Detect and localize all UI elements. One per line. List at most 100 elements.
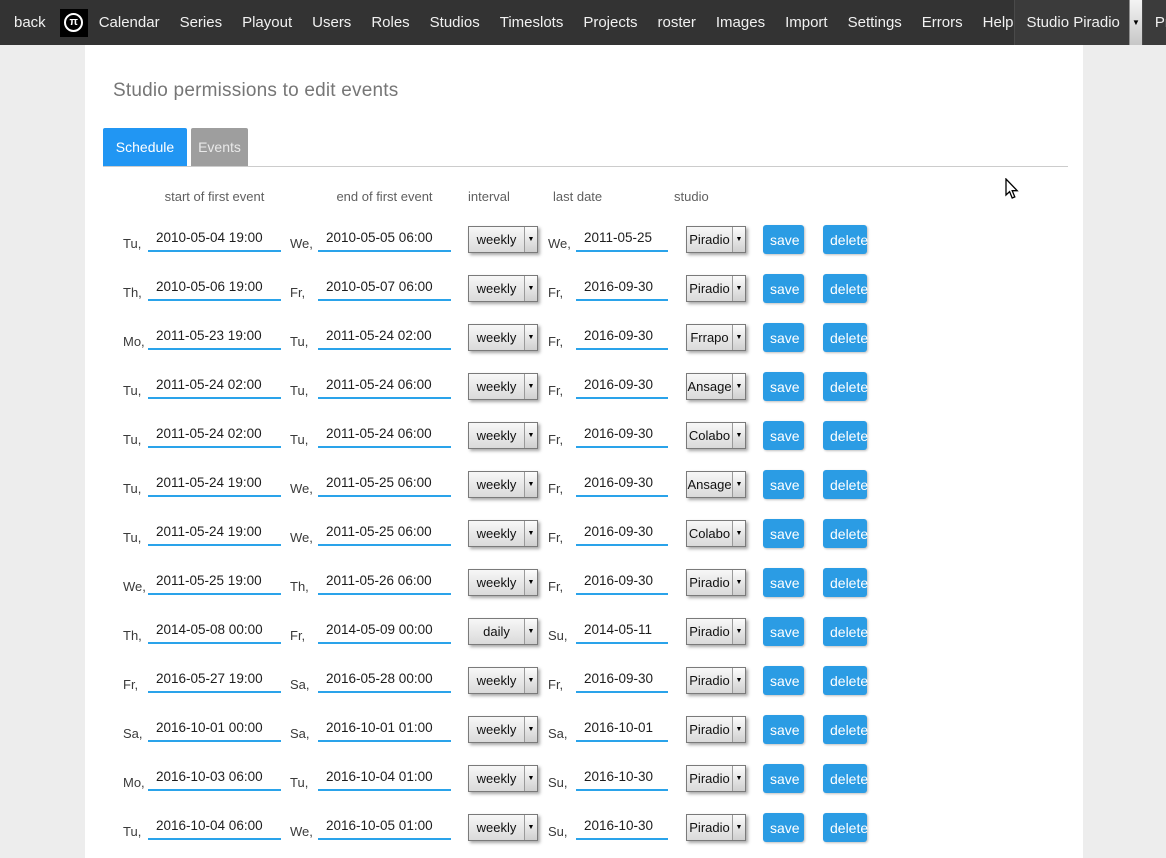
interval-select[interactable]: weekly ▼	[468, 765, 538, 792]
last-date-input[interactable]	[576, 766, 668, 791]
studio-row-select[interactable]: Piradio ▼	[686, 667, 746, 694]
interval-select[interactable]: weekly ▼	[468, 471, 538, 498]
studio-row-select[interactable]: Ansage ▼	[686, 471, 746, 498]
end-datetime-input[interactable]	[318, 325, 451, 350]
save-button[interactable]: save	[763, 274, 804, 303]
tab-schedule[interactable]: Schedule	[103, 128, 187, 166]
delete-button[interactable]: delete	[823, 421, 867, 450]
interval-select[interactable]: weekly ▼	[468, 569, 538, 596]
last-date-input[interactable]	[576, 227, 668, 252]
interval-select[interactable]: weekly ▼	[468, 324, 538, 351]
studio-row-select[interactable]: Piradio ▼	[686, 814, 746, 841]
interval-select[interactable]: weekly ▼	[468, 226, 538, 253]
save-button[interactable]: save	[763, 715, 804, 744]
start-datetime-input[interactable]	[148, 227, 281, 252]
studio-row-select[interactable]: Colabo ▼	[686, 520, 746, 547]
interval-select[interactable]: weekly ▼	[468, 520, 538, 547]
project-select[interactable]: Project 88vier ▼	[1142, 0, 1166, 45]
save-button[interactable]: save	[763, 323, 804, 352]
nav-item-help[interactable]: Help	[983, 14, 1014, 31]
save-button[interactable]: save	[763, 764, 804, 793]
studio-row-select[interactable]: Piradio ▼	[686, 275, 746, 302]
save-button[interactable]: save	[763, 813, 804, 842]
delete-button[interactable]: delete	[823, 617, 867, 646]
last-date-input[interactable]	[576, 325, 668, 350]
end-datetime-input[interactable]	[318, 815, 451, 840]
interval-select[interactable]: weekly ▼	[468, 275, 538, 302]
last-date-input[interactable]	[576, 815, 668, 840]
interval-select[interactable]: weekly ▼	[468, 716, 538, 743]
nav-item-timeslots[interactable]: Timeslots	[500, 14, 564, 31]
studio-row-select[interactable]: Colabo ▼	[686, 422, 746, 449]
delete-button[interactable]: delete	[823, 519, 867, 548]
last-date-input[interactable]	[576, 668, 668, 693]
end-datetime-input[interactable]	[318, 374, 451, 399]
studio-row-select[interactable]: Piradio ▼	[686, 226, 746, 253]
nav-item-series[interactable]: Series	[180, 14, 223, 31]
save-button[interactable]: save	[763, 568, 804, 597]
delete-button[interactable]: delete	[823, 372, 867, 401]
interval-select[interactable]: weekly ▼	[468, 422, 538, 449]
save-button[interactable]: save	[763, 372, 804, 401]
end-datetime-input[interactable]	[318, 227, 451, 252]
start-datetime-input[interactable]	[148, 276, 281, 301]
save-button[interactable]: save	[763, 519, 804, 548]
tab-events[interactable]: Events	[191, 128, 248, 166]
studio-row-select[interactable]: Piradio ▼	[686, 618, 746, 645]
nav-item-import[interactable]: Import	[785, 14, 828, 31]
start-datetime-input[interactable]	[148, 374, 281, 399]
interval-select[interactable]: daily ▼	[468, 618, 538, 645]
last-date-input[interactable]	[576, 472, 668, 497]
delete-button[interactable]: delete	[823, 764, 867, 793]
end-datetime-input[interactable]	[318, 619, 451, 644]
nav-item-images[interactable]: Images	[716, 14, 765, 31]
studio-row-select[interactable]: Piradio ▼	[686, 716, 746, 743]
interval-select[interactable]: weekly ▼	[468, 373, 538, 400]
studio-row-select[interactable]: Piradio ▼	[686, 765, 746, 792]
start-datetime-input[interactable]	[148, 472, 281, 497]
start-datetime-input[interactable]	[148, 521, 281, 546]
save-button[interactable]: save	[763, 421, 804, 450]
end-datetime-input[interactable]	[318, 668, 451, 693]
chevron-down-icon[interactable]: ▼	[1129, 0, 1142, 45]
last-date-input[interactable]	[576, 521, 668, 546]
end-datetime-input[interactable]	[318, 472, 451, 497]
start-datetime-input[interactable]	[148, 325, 281, 350]
save-button[interactable]: save	[763, 225, 804, 254]
last-date-input[interactable]	[576, 423, 668, 448]
studio-row-select[interactable]: Piradio ▼	[686, 569, 746, 596]
nav-item-playout[interactable]: Playout	[242, 14, 292, 31]
delete-button[interactable]: delete	[823, 274, 867, 303]
delete-button[interactable]: delete	[823, 470, 867, 499]
nav-item-calendar[interactable]: Calendar	[99, 14, 160, 31]
interval-select[interactable]: weekly ▼	[468, 814, 538, 841]
start-datetime-input[interactable]	[148, 717, 281, 742]
save-button[interactable]: save	[763, 470, 804, 499]
nav-item-roster[interactable]: roster	[658, 14, 696, 31]
studio-select[interactable]: Studio Piradio ▼	[1014, 0, 1142, 45]
start-datetime-input[interactable]	[148, 668, 281, 693]
back-link[interactable]: back	[14, 14, 46, 31]
end-datetime-input[interactable]	[318, 766, 451, 791]
interval-select[interactable]: weekly ▼	[468, 667, 538, 694]
nav-item-studios[interactable]: Studios	[430, 14, 480, 31]
delete-button[interactable]: delete	[823, 813, 867, 842]
start-datetime-input[interactable]	[148, 766, 281, 791]
end-datetime-input[interactable]	[318, 717, 451, 742]
nav-item-roles[interactable]: Roles	[371, 14, 409, 31]
save-button[interactable]: save	[763, 617, 804, 646]
last-date-input[interactable]	[576, 717, 668, 742]
start-datetime-input[interactable]	[148, 423, 281, 448]
save-button[interactable]: save	[763, 666, 804, 695]
delete-button[interactable]: delete	[823, 666, 867, 695]
delete-button[interactable]: delete	[823, 225, 867, 254]
end-datetime-input[interactable]	[318, 521, 451, 546]
nav-item-projects[interactable]: Projects	[583, 14, 637, 31]
last-date-input[interactable]	[576, 276, 668, 301]
nav-item-users[interactable]: Users	[312, 14, 351, 31]
start-datetime-input[interactable]	[148, 619, 281, 644]
piradio-logo-icon[interactable]: π	[60, 9, 88, 37]
end-datetime-input[interactable]	[318, 423, 451, 448]
delete-button[interactable]: delete	[823, 568, 867, 597]
nav-item-errors[interactable]: Errors	[922, 14, 963, 31]
